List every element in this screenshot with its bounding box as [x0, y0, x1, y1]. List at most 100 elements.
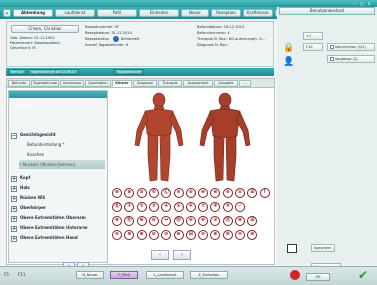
prev-button[interactable]: ‹ — [151, 250, 169, 260]
symbol-button[interactable]: ⊙ — [161, 230, 172, 240]
symbol-button[interactable]: ⊚ — [185, 216, 196, 226]
expand-icon[interactable]: + — [11, 196, 17, 202]
symbol-button[interactable]: Ⓡ — [222, 216, 233, 226]
symbol-button[interactable]: ⊙ — [173, 188, 184, 198]
expand-icon[interactable]: + — [11, 186, 17, 192]
symbol-button[interactable]: ⊕ — [235, 216, 245, 226]
symbol-button[interactable]: ⊕ — [112, 216, 122, 226]
tab-ablenkung[interactable]: Ablenkung — [13, 9, 53, 17]
body-figures[interactable] — [111, 90, 273, 184]
tree-item-gesicht[interactable]: − Gesichtsgesicht — [11, 130, 105, 139]
status-neuer-button[interactable]: N_Neuer — [76, 271, 104, 279]
f5-key[interactable]: F5 — [4, 271, 9, 279]
record-befund[interactable]: Befund — [8, 69, 27, 75]
symbol-button[interactable]: ⊖ — [148, 230, 159, 240]
tree-item-unterarm[interactable]: + Obere Extremitäten Unterarm — [11, 223, 105, 232]
symbol-button[interactable]: ⊜ — [173, 230, 184, 240]
processes-button[interactable]: Vorgänge (2) — [327, 55, 375, 63]
save-disk-icon[interactable] — [287, 244, 297, 253]
tab-koerper[interactable]: Körper — [112, 80, 132, 87]
symbol-button[interactable]: Ⓑ — [173, 216, 184, 226]
symbol-button[interactable]: ⊕ — [112, 188, 122, 198]
symbol-button[interactable]: ↑ — [259, 188, 270, 198]
status-einheiten-button[interactable]: E_Einheiten — [190, 271, 228, 279]
symbol-button[interactable]: ⊕ — [136, 230, 147, 240]
symbol-button[interactable]: ⊛ — [210, 188, 221, 198]
symbol-button[interactable]: © — [148, 188, 159, 198]
symbol-button[interactable]: Ⓑ — [124, 216, 135, 226]
save-button[interactable]: Speichern — [311, 244, 335, 252]
lock-icon[interactable]: 🔒 — [283, 43, 294, 53]
symbol-button[interactable]: ⊖ — [198, 230, 209, 240]
tab-sportdaten[interactable]: Sportdaten — [85, 80, 111, 87]
symbol-button[interactable]: ⊝ — [235, 230, 245, 240]
symbol-button[interactable]: Ⓒ — [161, 188, 172, 198]
symbol-button[interactable]: ⊘ — [136, 188, 147, 198]
symbol-button[interactable]: ⊗ — [124, 188, 135, 198]
home-icon[interactable]: ⌂ — [3, 9, 11, 17]
status-patil-button[interactable]: P_Patil — [110, 271, 138, 279]
symbol-button[interactable]: ② — [136, 202, 147, 212]
patient-name-button[interactable]: Chiem, Christian — [11, 25, 79, 33]
symbol-button[interactable]: ⑨ — [222, 202, 233, 212]
symbol-button[interactable]: ⓪ — [112, 202, 122, 212]
ok-button[interactable]: OK — [306, 273, 330, 281]
expand-icon[interactable]: + — [11, 176, 17, 182]
user-icon[interactable]: 👤 — [283, 57, 294, 67]
symbol-button[interactable]: ⊗ — [136, 216, 147, 226]
tree-item-oberkoerper[interactable]: + Oberkörper — [11, 203, 105, 212]
expand-icon[interactable]: + — [11, 216, 17, 222]
symbol-button[interactable]: ⊖ — [148, 216, 159, 226]
tab-kraftmeser[interactable]: Kraftmeser — [243, 9, 273, 17]
tree-item-muskeln[interactable]: • Muskeln (Muskel-/Sehnen) — [19, 160, 105, 169]
tab-tagesbefunde[interactable]: Tagesbefunde — [31, 80, 59, 87]
expand-icon[interactable]: + — [11, 226, 17, 232]
stop-icon[interactable] — [290, 270, 300, 280]
close-icon[interactable]: × — [366, 1, 372, 6]
symbol-button[interactable]: ⊝ — [235, 188, 245, 198]
tab-neuer[interactable]: Neuer — [181, 9, 209, 17]
tab-ausgabe[interactable]: Ausgabe — [214, 80, 238, 87]
symbol-button[interactable]: ⊞ — [247, 188, 258, 198]
symbol-button[interactable]: ⊚ — [222, 188, 233, 198]
symbol-button[interactable]: ⊕ — [124, 230, 135, 240]
status-laufdienst-button[interactable]: L_Laufdienst — [146, 271, 184, 279]
f10-button[interactable]: F10 — [303, 43, 323, 51]
symbol-button[interactable]: ↔ — [161, 216, 172, 226]
expand-icon[interactable]: + — [11, 206, 17, 212]
tab-diagnose[interactable]: Diagnose — [133, 80, 157, 87]
symbol-button[interactable]: ⑥ — [185, 202, 196, 212]
tab-therapie[interactable]: Therapie — [158, 80, 182, 87]
tab-scroll-button[interactable]: ‹ › — [239, 80, 251, 87]
symbol-button[interactable]: ③ — [148, 202, 159, 212]
tab-rezeption[interactable]: Rezeption — [211, 9, 241, 17]
symbol-button[interactable]: ⊚ — [222, 230, 233, 240]
symbol-button[interactable]: ⊞ — [185, 230, 196, 240]
plus-one-button[interactable]: +1 — [303, 32, 323, 40]
symbol-button[interactable]: ① — [124, 202, 135, 212]
minimize-icon[interactable]: – — [352, 1, 358, 6]
processes-checkbox[interactable] — [330, 57, 334, 61]
tab-einheiten[interactable]: Einheiten — [139, 9, 179, 17]
tree-item-hals[interactable]: + Hals — [11, 183, 105, 192]
collapse-icon[interactable]: − — [11, 133, 17, 139]
tab-laufdienst[interactable]: Laufdienst — [55, 9, 95, 17]
symbol-button[interactable]: ⊖ — [185, 188, 196, 198]
symbol-button[interactable]: ⊖ — [112, 230, 122, 240]
record-tagesbefunde-ab[interactable]: Tagesbefunde ab 12.06.11 — [28, 69, 80, 75]
tree-item-ruecken[interactable]: + Rücken WS — [11, 193, 105, 202]
symbol-button[interactable]: ⊞ — [247, 216, 258, 226]
messages-button[interactable]: Nachrichten (5/2) — [327, 43, 375, 51]
tree-item-knochen[interactable]: Knochen — [27, 150, 105, 159]
symbol-button[interactable]: ⊜ — [198, 188, 209, 198]
user-switch-tab[interactable]: Benutzerwechsel — [279, 7, 375, 15]
symbol-button[interactable]: ✓ — [235, 202, 245, 212]
maximize-icon[interactable]: □ — [359, 1, 365, 6]
back-body-figure[interactable] — [199, 92, 251, 182]
symbol-button[interactable]: ④ — [161, 202, 172, 212]
tree-item-befunderstellung[interactable]: Befunderstellung * — [27, 140, 105, 149]
tab-patil[interactable]: Patil — [97, 9, 137, 17]
symbol-button[interactable]: ⊗ — [210, 230, 221, 240]
tree-item-hand[interactable]: + Obere Extremitäten Hand — [11, 233, 105, 242]
tab-befunde[interactable]: Befunde — [8, 80, 30, 87]
